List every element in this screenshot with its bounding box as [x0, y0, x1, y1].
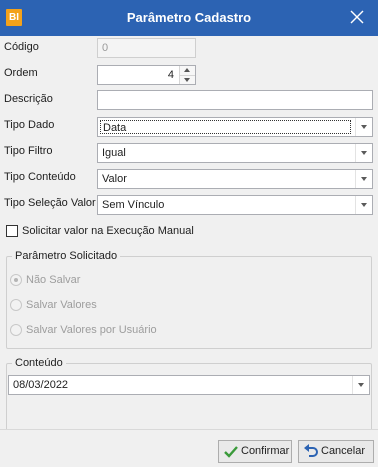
cancel-label: Cancelar	[321, 445, 366, 457]
ordem-spin-field[interactable]: 4	[97, 65, 196, 85]
tipo-conteudo-select[interactable]: Valor	[97, 169, 373, 189]
codigo-label: Código	[4, 41, 39, 53]
title-bar: BI Parâmetro Cadastro	[0, 0, 378, 36]
tipo-conteudo-label: Tipo Conteúdo	[4, 171, 76, 183]
ordem-value: 4	[167, 69, 174, 81]
radio-nao-salvar-label[interactable]: Não Salvar	[26, 274, 80, 286]
radio-salvar-valores-usuario[interactable]	[10, 324, 22, 336]
descricao-label: Descrição	[4, 93, 53, 105]
ordem-label: Ordem	[4, 67, 38, 79]
descricao-input[interactable]	[97, 90, 373, 110]
confirm-button[interactable]: Confirmar	[218, 440, 292, 463]
solicitar-valor-checkbox[interactable]	[6, 225, 18, 237]
radio-salvar-valores-label[interactable]: Salvar Valores	[26, 299, 97, 311]
tipo-dado-label: Tipo Dado	[4, 119, 55, 131]
chevron-down-icon[interactable]	[355, 118, 372, 136]
undo-icon	[304, 444, 318, 457]
tipo-dado-value: Data	[100, 120, 351, 134]
tipo-selecao-valor-label: Tipo Seleção Valor	[4, 197, 96, 209]
window-title: Parâmetro Cadastro	[126, 10, 252, 25]
radio-salvar-valores-usuario-label[interactable]: Salvar Valores por Usuário	[26, 324, 157, 336]
codigo-value: 0	[102, 42, 109, 54]
confirm-label: Confirmar	[241, 445, 290, 457]
chevron-down-icon[interactable]	[355, 196, 372, 214]
codigo-field: 0	[97, 38, 196, 58]
tipo-dado-select[interactable]: Data	[97, 117, 373, 137]
tipo-filtro-select[interactable]: Igual	[97, 143, 373, 163]
tipo-filtro-label: Tipo Filtro	[4, 145, 53, 157]
check-icon	[224, 446, 238, 458]
tipo-filtro-value: Igual	[102, 147, 126, 159]
conteudo-group	[6, 363, 372, 435]
chevron-down-icon[interactable]	[352, 376, 369, 394]
conteudo-title: Conteúdo	[12, 357, 66, 369]
radio-nao-salvar[interactable]	[10, 274, 22, 286]
conteudo-date-select[interactable]: 08/03/2022	[8, 375, 370, 395]
parametro-solicitado-title: Parâmetro Solicitado	[12, 250, 121, 262]
radio-salvar-valores[interactable]	[10, 299, 22, 311]
spin-up-icon[interactable]	[180, 66, 195, 75]
chevron-down-icon[interactable]	[355, 144, 372, 162]
tipo-selecao-valor-value: Sem Vínculo	[102, 199, 165, 211]
cancel-button[interactable]: Cancelar	[298, 440, 374, 463]
tipo-conteudo-value: Valor	[102, 173, 127, 185]
close-icon[interactable]	[350, 10, 364, 24]
conteudo-value: 08/03/2022	[13, 379, 69, 391]
spin-down-icon[interactable]	[180, 75, 195, 84]
solicitar-valor-label[interactable]: Solicitar valor na Execução Manual	[22, 225, 194, 237]
tipo-selecao-valor-select[interactable]: Sem Vínculo	[97, 195, 373, 215]
ordem-spinner[interactable]	[179, 66, 195, 84]
chevron-down-icon[interactable]	[355, 170, 372, 188]
